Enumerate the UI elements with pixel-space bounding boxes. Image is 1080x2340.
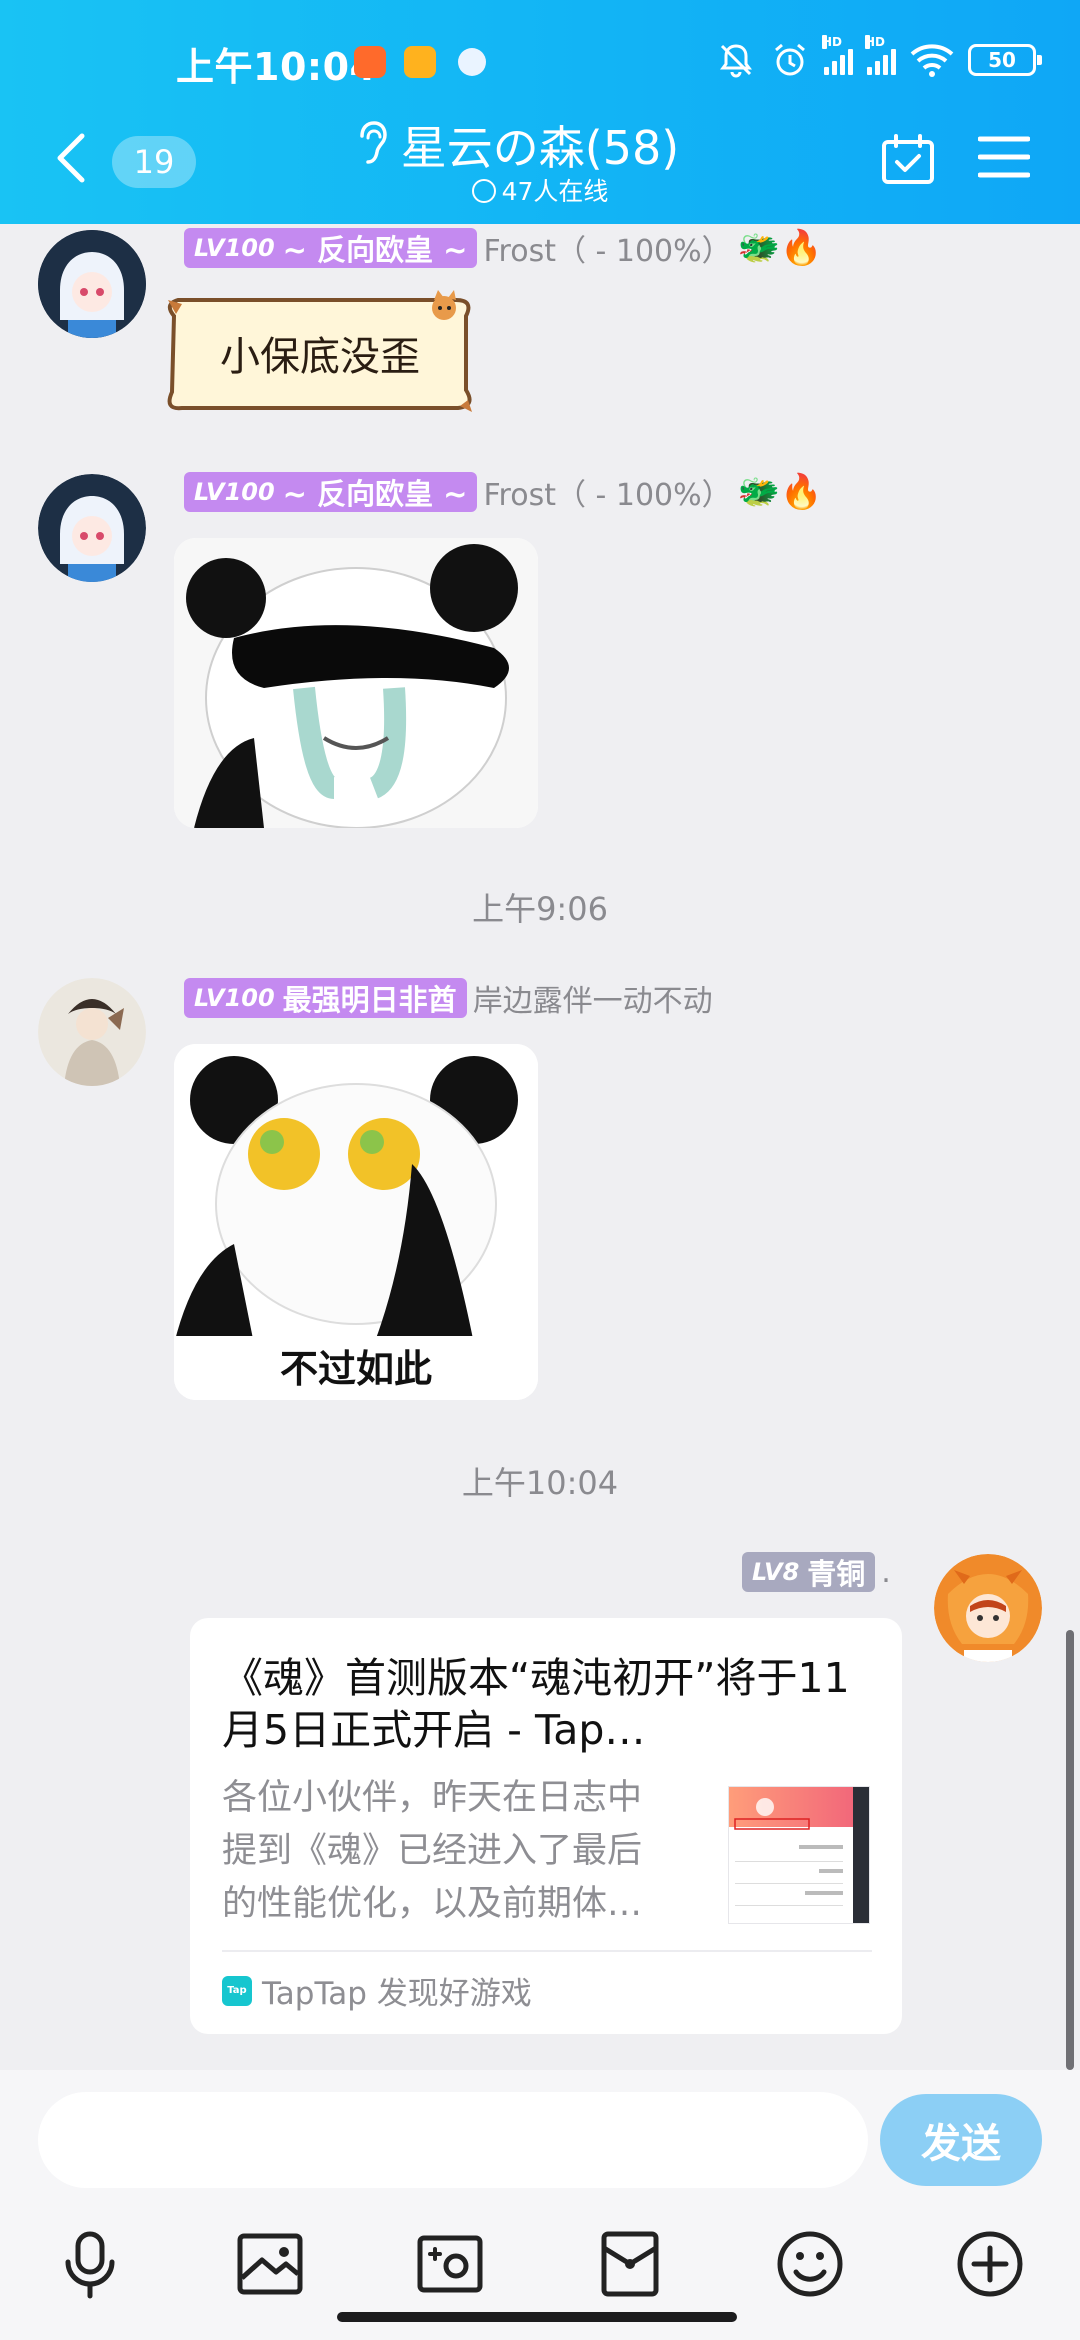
red-packet-icon[interactable] [594,2228,666,2300]
sender-row: LV8 青铜 . [742,1552,891,1592]
level-badge: LV8 青铜 [742,1552,876,1592]
status-bar: 上午10:04 HD HD 50 [0,32,1080,92]
avatar[interactable] [38,230,146,338]
status-icons: HD HD 50 [716,35,1042,80]
microphone-icon[interactable] [54,2228,126,2300]
link-card[interactable]: 《魂》首测版本“魂沌初开”将于11月5日正式开启 - Tap… 各位小伙伴，昨天… [190,1618,902,2034]
sticker-message[interactable]: 不过如此 [174,1044,538,1400]
sender-name[interactable]: Frost（ - 100%） [483,226,731,270]
check-circle-icon [471,179,496,203]
avatar[interactable] [934,1554,1042,1662]
avatar[interactable] [38,474,146,582]
message-list[interactable]: LV100 ~ 反向欧皇 ~ Frost（ - 100%） 🐲🔥 小保底没歪 LV… [0,224,1080,2070]
wifi-icon [910,44,954,77]
sticker-message[interactable] [174,538,538,828]
emoji-icon[interactable] [774,2228,846,2300]
level-badge: LV100 ~ 反向欧皇 ~ [184,228,478,268]
avatar[interactable] [38,978,146,1086]
link-title: 《魂》首测版本“魂沌初开”将于11月5日正式开启 - Tap… [222,1654,850,1754]
nav-bar: 19 星云の森(58) 47人在线 [0,108,1080,208]
gallery-app-icon [404,46,436,78]
home-indicator[interactable] [337,2312,737,2322]
link-source: Tap TapTap 发现好游戏 [222,1968,532,2013]
sender-name[interactable]: Frost（ - 100%） [483,470,731,514]
sender-name[interactable]: . [881,1555,891,1590]
input-bar: 发送 [0,2070,1080,2340]
message-input[interactable] [38,2092,868,2188]
signal-icon-1: HD [822,35,853,75]
sender-row: LV100 ~ 反向欧皇 ~ Frost（ - 100%） 🐲🔥 [184,470,823,514]
image-icon[interactable] [234,2228,306,2300]
sticker-caption: 不过如此 [280,1347,432,1391]
camera-icon[interactable] [414,2228,486,2300]
link-thumbnail [728,1786,870,1924]
level-badge: LV100 ~ 反向欧皇 ~ [184,472,478,512]
mute-bell-icon [720,44,752,78]
chat-app-icon [458,48,486,76]
sticker-message[interactable]: 小保底没歪 [160,286,480,418]
timestamp: 上午10:04 [461,1464,619,1502]
status-time: 上午10:04 [176,45,377,89]
battery-icon: 50 [968,44,1042,76]
sender-row: LV100 ~ 反向欧皇 ~ Frost（ - 100%） 🐲🔥 [184,226,823,270]
divider [222,1950,872,1952]
calendar-check-icon[interactable] [880,132,936,186]
sender-name[interactable]: 岸边露伴一动不动 [473,976,713,1020]
level-badge: LV100 最强明日非酋 [184,978,467,1018]
plus-icon[interactable] [954,2228,1026,2300]
video-app-icon [354,46,386,78]
header: 上午10:04 HD HD 50 19 星云の森(58) 47人在线 [0,0,1080,224]
alarm-icon [775,43,805,76]
scrollbar[interactable] [1066,1630,1074,2070]
taptap-logo-icon: Tap [222,1975,252,2006]
user-badges: 🐲🔥 [737,472,823,512]
menu-icon[interactable] [978,134,1030,180]
timestamp: 上午9:06 [472,890,608,928]
send-button[interactable]: 发送 [880,2094,1042,2186]
signal-icon-2: HD [865,35,896,75]
sender-row: LV100 最强明日非酋 岸边露伴一动不动 [184,976,713,1020]
sticker-caption: 小保底没歪 [220,334,420,380]
user-badges: 🐲🔥 [737,228,823,268]
link-description: 各位小伙伴，昨天在日志中提到《魂》已经进入了最后的性能优化，以及前期体… [222,1778,643,1924]
